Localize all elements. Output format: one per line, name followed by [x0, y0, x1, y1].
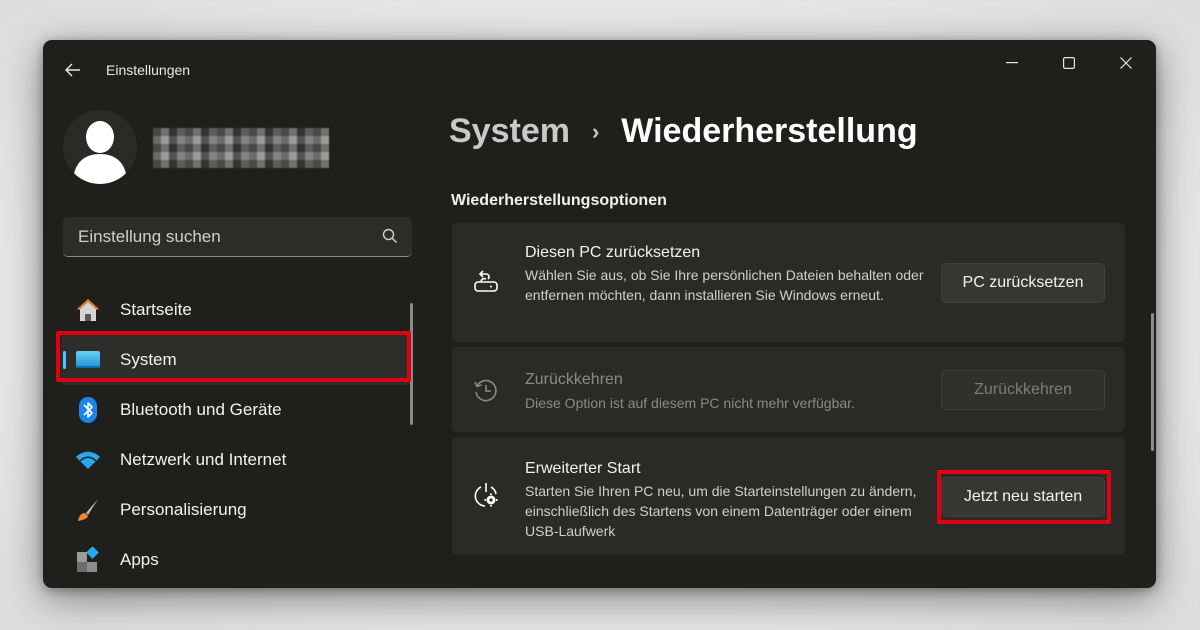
chevron-right-icon: › [591, 118, 600, 144]
back-button[interactable] [61, 58, 85, 82]
system-monitor-icon [75, 347, 101, 373]
restart-now-button[interactable]: Jetzt neu starten [941, 477, 1105, 517]
sidebar-item-label: System [120, 350, 177, 369]
sidebar-item-label: Personalisierung [120, 500, 247, 519]
option-description: Diese Option ist auf diesem PC nicht meh… [525, 395, 855, 411]
minimize-button[interactable] [989, 48, 1035, 78]
reset-pc-button[interactable]: PC zurücksetzen [941, 263, 1105, 303]
avatar[interactable] [63, 110, 137, 184]
history-icon [472, 376, 500, 404]
minimize-icon [1006, 62, 1018, 64]
brush-icon [75, 497, 101, 523]
maximize-button[interactable] [1046, 48, 1092, 78]
close-icon [1120, 57, 1132, 69]
option-title: Diesen PC zurücksetzen [525, 244, 701, 261]
option-description: Wählen Sie aus, ob Sie Ihre persönlichen… [525, 267, 924, 303]
sidebar-item-startseite[interactable]: Startseite [61, 285, 413, 335]
active-indicator [63, 351, 66, 369]
app-title: Einstellungen [106, 62, 191, 78]
sidebar-item-apps[interactable]: Apps [61, 535, 413, 585]
sidebar-item-netzwerk[interactable]: Netzwerk und Internet [61, 435, 413, 485]
main-scrollbar[interactable] [1151, 313, 1154, 451]
home-icon [75, 297, 101, 323]
close-button[interactable] [1103, 48, 1149, 78]
search-box[interactable] [63, 217, 412, 257]
option-description: Starten Sie Ihren PC neu, um die Startei… [525, 483, 917, 539]
arrow-left-icon [65, 63, 80, 77]
option-card-go-back: Zurückkehren Diese Option ist auf diesem… [452, 347, 1125, 432]
advanced-startup-icon [472, 481, 500, 509]
reset-pc-icon [472, 268, 500, 296]
page-title: Wiederherstellung [621, 112, 918, 150]
breadcrumb: System › Wiederherstellung [449, 112, 918, 151]
sidebar-scrollbar[interactable] [410, 303, 413, 425]
sidebar-item-system[interactable]: System [61, 335, 413, 385]
bluetooth-icon [75, 397, 101, 423]
option-card-reset-pc: Diesen PC zurücksetzen Wählen Sie aus, o… [452, 223, 1125, 342]
settings-window: Einstellungen Startseite [43, 40, 1156, 588]
option-title: Erweiterter Start [525, 460, 641, 477]
sidebar-item-label: Apps [120, 550, 159, 569]
breadcrumb-parent[interactable]: System [449, 112, 570, 151]
wifi-icon [75, 447, 101, 473]
sidebar-item-label: Startseite [120, 300, 192, 319]
sidebar-item-label: Bluetooth und Geräte [120, 400, 282, 419]
section-title: Wiederherstellungsoptionen [451, 192, 667, 209]
go-back-button: Zurückkehren [941, 370, 1105, 410]
option-title: Zurückkehren [525, 371, 623, 388]
apps-icon [75, 547, 101, 573]
user-icon [73, 121, 127, 184]
sidebar-item-bluetooth[interactable]: Bluetooth und Geräte [61, 385, 413, 435]
sidebar-item-personalisierung[interactable]: Personalisierung [61, 485, 413, 535]
maximize-icon [1063, 57, 1075, 69]
search-input[interactable] [76, 217, 370, 257]
search-icon[interactable] [382, 228, 398, 244]
username-redacted [153, 128, 329, 168]
sidebar-nav: Startseite System Bluetooth und Geräte N… [61, 285, 413, 585]
sidebar-item-label: Netzwerk und Internet [120, 450, 287, 469]
option-card-advanced-startup: Erweiterter Start Starten Sie Ihren PC n… [452, 437, 1125, 555]
